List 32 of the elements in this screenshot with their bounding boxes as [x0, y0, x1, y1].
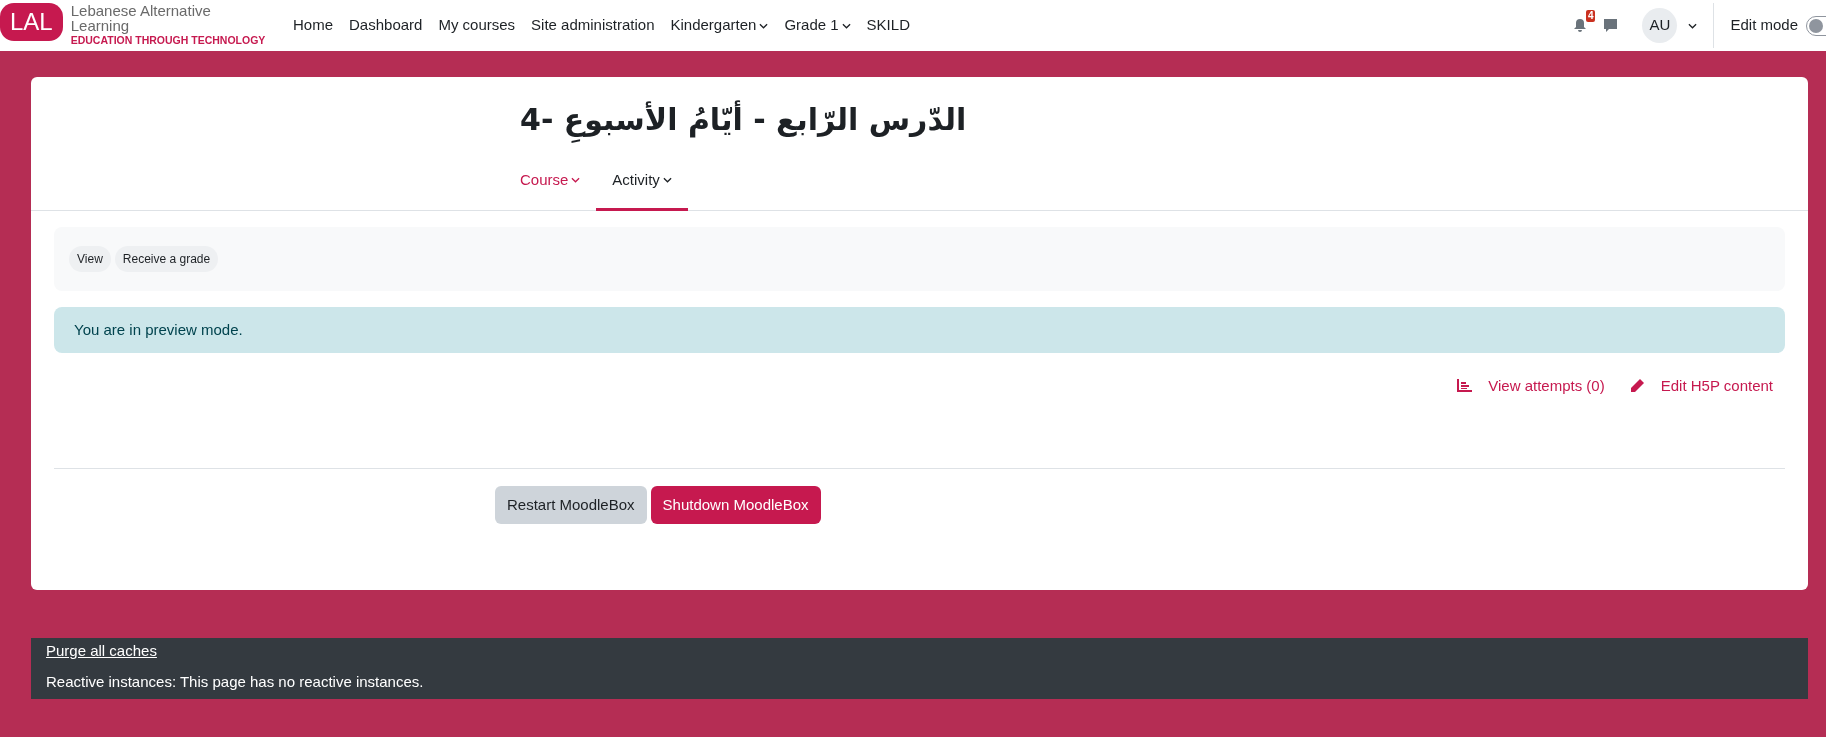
caret-icon [571, 177, 581, 184]
restart-button[interactable]: Restart MoodleBox [495, 485, 647, 524]
nav-link[interactable]: Kindergarten [670, 14, 757, 37]
completion-condition: Receive a grade [114, 245, 219, 272]
purge-caches-link[interactable]: Purge all caches [46, 640, 157, 663]
chat-icon[interactable] [1603, 18, 1619, 33]
logo-mark[interactable]: LAL [0, 2, 63, 41]
nav-link[interactable]: Home [293, 14, 333, 37]
chart-icon [1456, 379, 1473, 394]
logo-text: Learning [70, 17, 131, 33]
user-avatar[interactable]: AU [1642, 8, 1678, 43]
bell-icon[interactable] [1573, 18, 1588, 33]
caret-icon [662, 177, 672, 184]
nav-link[interactable]: SKILD [866, 14, 910, 37]
action-link[interactable]: Edit H5P content [1660, 375, 1773, 398]
logo-text: Lebanese Alternative [70, 2, 212, 18]
logo-tagline: EDUCATION THROUGH TECHNOLOGY [70, 33, 266, 48]
nav-link[interactable]: Grade 1 [784, 14, 839, 37]
notification-count: 4 [1585, 10, 1596, 22]
pencil-icon [1628, 378, 1645, 395]
footer-text: Reactive instances: This page has no reactive instances. [46, 671, 425, 692]
nav-link[interactable]: Dashboard [349, 14, 423, 37]
page-title: الدّرس الرّابع - أيّامُ الأسبوعِ -4 [520, 93, 967, 147]
tab[interactable]: Course [504, 155, 597, 211]
action-link[interactable]: View attempts (0) [1488, 375, 1605, 398]
nav-link[interactable]: My courses [438, 14, 516, 37]
completion-condition: View [69, 245, 111, 272]
shutdown-button[interactable]: Shutdown MoodleBox [650, 485, 821, 524]
nav-link[interactable]: Site administration [531, 14, 655, 37]
edit-mode-label: Edit mode [1730, 15, 1798, 36]
tab[interactable]: Activity [596, 155, 688, 211]
info-alert: You are in preview mode. [54, 306, 1785, 353]
